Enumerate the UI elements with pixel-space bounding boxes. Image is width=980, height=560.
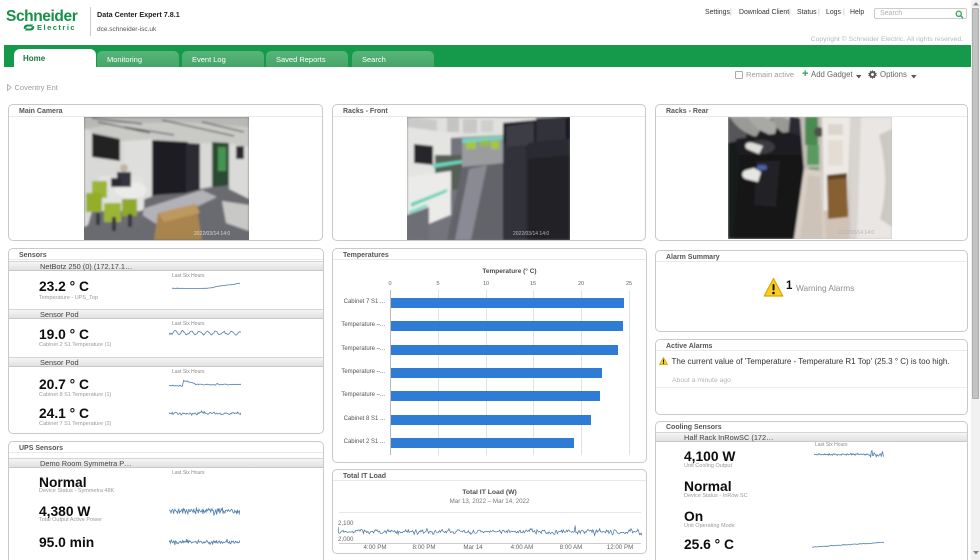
- svg-text:2022/03/14 14:0: 2022/03/14 14:0: [194, 231, 230, 237]
- svg-text:2022/03/14 14:0: 2022/03/14 14:0: [513, 231, 549, 237]
- svg-text:2022/03/14 14:0: 2022/03/14 14:0: [838, 230, 874, 236]
